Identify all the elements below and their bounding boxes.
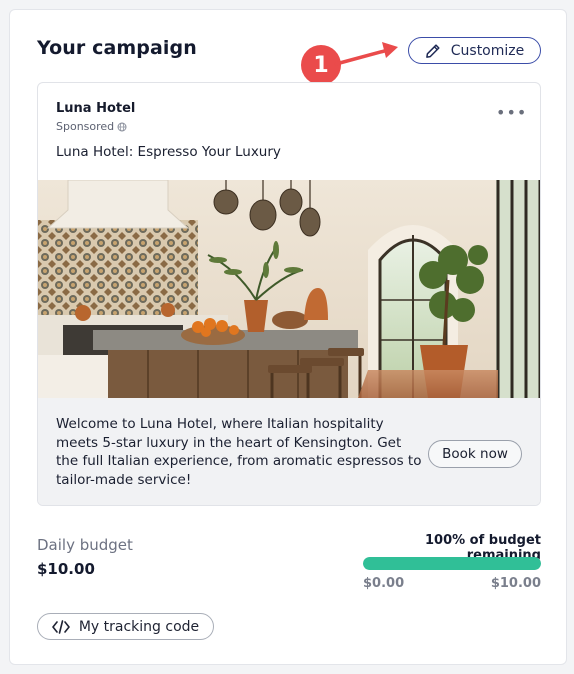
budget-progress-bar (363, 557, 541, 570)
progress-max-label: $10.00 (490, 576, 541, 591)
daily-budget-value: $10.00 (37, 560, 95, 578)
page-title: Your campaign (37, 37, 197, 59)
sponsored-text: Sponsored (56, 120, 115, 133)
tracking-code-label: My tracking code (78, 618, 200, 635)
book-now-button[interactable]: Book now (428, 440, 522, 468)
ad-preview: Luna Hotel Sponsored ••• Luna Hotel: Esp… (37, 82, 541, 506)
ad-description: Welcome to Luna Hotel, where Italian hos… (56, 416, 422, 488)
hotel-kitchen-image (38, 180, 540, 398)
daily-budget-label: Daily budget (37, 536, 133, 554)
customize-button[interactable]: Customize (408, 37, 541, 64)
budget-progress-fill (363, 557, 541, 570)
pencil-icon (425, 43, 440, 58)
code-icon (52, 619, 70, 634)
advertiser-name: Luna Hotel (56, 101, 136, 116)
campaign-card: Your campaign 1 Customize Luna Hotel Spo… (9, 9, 567, 665)
annotation-arrow (334, 42, 398, 66)
ad-footer: Welcome to Luna Hotel, where Italian hos… (38, 398, 540, 505)
ad-headline: Luna Hotel: Espresso Your Luxury (56, 144, 281, 160)
tracking-code-button[interactable]: My tracking code (37, 613, 214, 640)
customize-label: Customize (450, 42, 525, 59)
sponsored-label: Sponsored (56, 120, 127, 133)
more-icon[interactable]: ••• (496, 105, 527, 121)
globe-icon (117, 122, 127, 131)
